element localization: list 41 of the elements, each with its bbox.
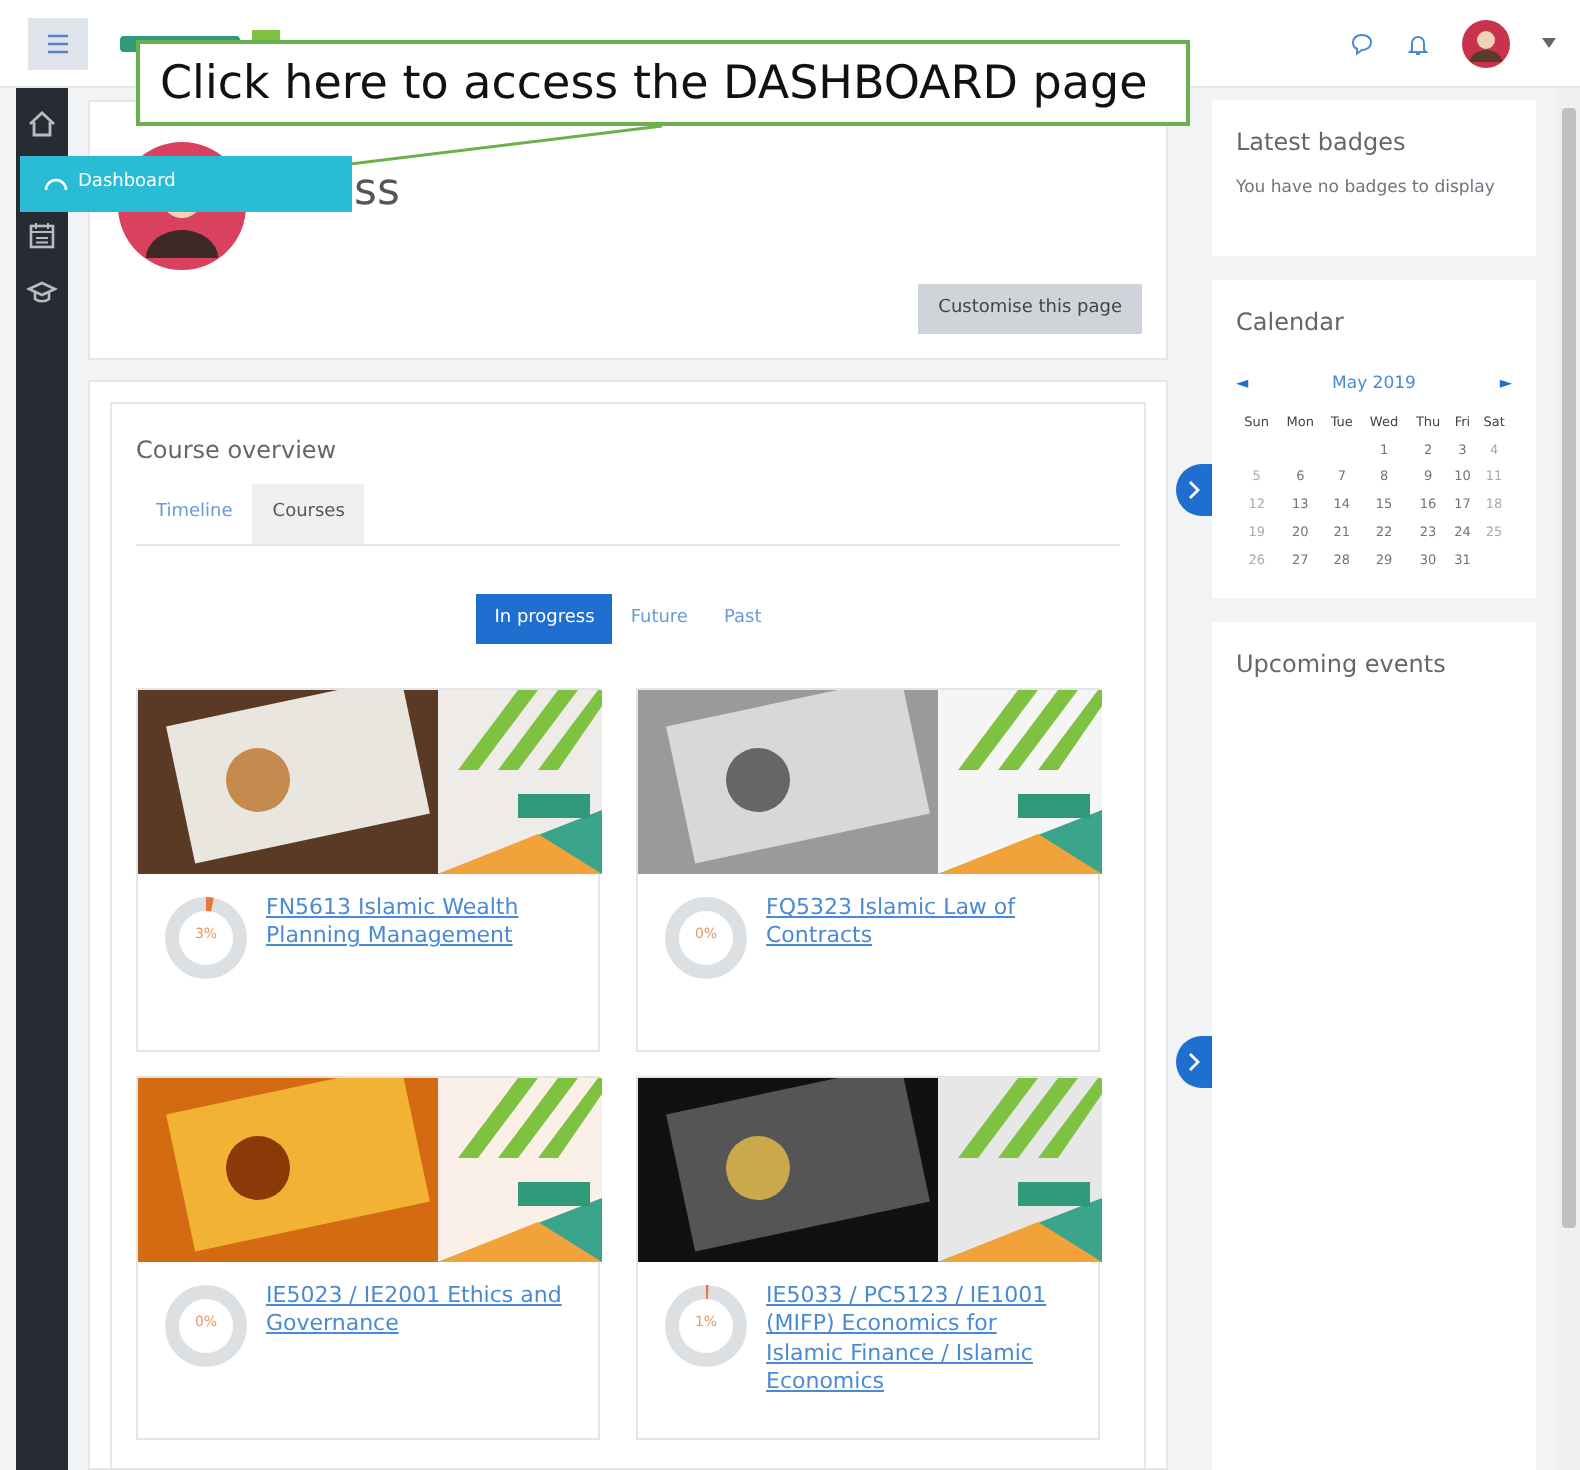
block-title: Course overview <box>136 434 339 468</box>
sidebar-item[interactable] <box>26 220 58 252</box>
filter-button[interactable]: In progress <box>476 593 613 644</box>
filter-button[interactable]: Future <box>612 593 706 644</box>
menu-icon <box>46 33 70 53</box>
drawer-toggle[interactable] <box>1176 1036 1212 1088</box>
scrollbar[interactable] <box>1562 108 1576 1228</box>
progress-ring <box>662 894 750 982</box>
filter-button[interactable]: Past <box>705 593 780 644</box>
chevron-right-icon <box>1186 480 1202 500</box>
callout: Click here to access the DASHBOARD page <box>136 40 1190 126</box>
menu-button[interactable] <box>28 17 88 69</box>
chevron-right-icon <box>1186 1052 1202 1072</box>
tab[interactable]: Courses <box>252 484 365 543</box>
avatar-icon[interactable] <box>1462 19 1510 67</box>
home-icon <box>26 108 58 140</box>
progress-ring <box>162 894 250 982</box>
drawer-toggle[interactable] <box>1176 464 1212 516</box>
sidebar-item[interactable] <box>26 276 58 308</box>
customise-page-button[interactable]: Customise this page <box>918 283 1142 334</box>
progress-ring <box>162 1282 250 1370</box>
block-title: Upcoming events <box>1236 648 1448 683</box>
block-title: Latest badges <box>1236 126 1408 160</box>
block-title: Calendar <box>1236 306 1346 340</box>
calendar-icon <box>26 220 58 252</box>
month-title: May 2019 <box>1332 372 1416 398</box>
course-name-link[interactable]: FQ5323 Islamic Law of Contracts <box>766 894 1074 982</box>
progress-ring <box>662 1282 750 1370</box>
course-name-link[interactable]: IE5023 / IE2001 Ethics and Governance <box>266 1282 574 1370</box>
chat-icon[interactable] <box>1350 31 1374 55</box>
graduation-cap-icon <box>26 276 58 308</box>
page-heading: ss <box>354 170 400 214</box>
tab[interactable]: Timeline <box>136 484 253 543</box>
course-name-link[interactable]: FN5613 Islamic Wealth Planning Management <box>266 894 574 982</box>
empty-message: You have no badges to display <box>1236 176 1497 202</box>
caret-icon[interactable] <box>1542 38 1556 48</box>
course-name-link[interactable]: IE5033 / PC5123 / IE1001 (MIFP) Economics for Islamic Finance / Islamic Economics <box>766 1282 1074 1397</box>
bell-icon[interactable] <box>1406 31 1430 55</box>
previous-month-link[interactable]: ◄ <box>1236 372 1249 397</box>
next-month-link[interactable]: ► <box>1499 372 1512 397</box>
sidebar-item[interactable] <box>26 108 58 140</box>
